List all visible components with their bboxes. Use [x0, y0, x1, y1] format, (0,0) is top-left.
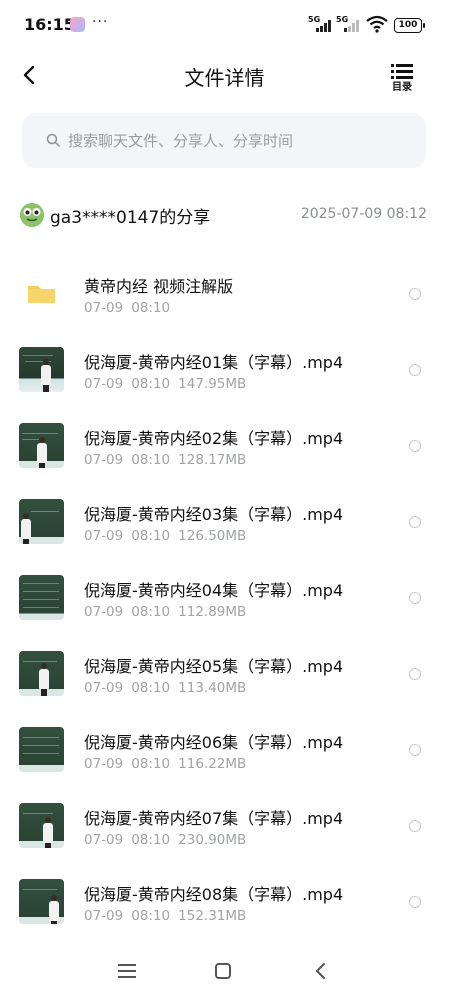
cellular-signal-icon-2: 5G [336, 15, 360, 33]
file-name: 倪海厦-黄帝内经04集（字幕）.mp4 [84, 581, 344, 600]
file-meta: 07-09 08:10 128.17MB [84, 452, 247, 468]
video-thumbnail [19, 651, 64, 696]
list-item[interactable]: 倪海厦-黄帝内经02集（字幕）.mp4 07-09 08:10 128.17MB [0, 408, 449, 484]
file-meta: 07-09 08:10 126.50MB [84, 528, 247, 544]
page-title: 文件详情 [184, 66, 265, 90]
back-icon[interactable] [312, 961, 330, 981]
battery-icon: 100 [394, 18, 425, 33]
list-item[interactable]: 倪海厦-黄帝内经01集（字幕）.mp4 07-09 08:10 147.95MB [0, 332, 449, 408]
file-name: 倪海厦-黄帝内经02集（字幕）.mp4 [84, 429, 344, 448]
video-thumbnail [19, 879, 64, 924]
select-radio[interactable] [409, 820, 421, 832]
list-item[interactable]: 倪海厦-黄帝内经07集（字幕）.mp4 07-09 08:10 230.90MB [0, 788, 449, 864]
video-thumbnail [19, 499, 64, 544]
folder-icon [19, 271, 64, 316]
table-of-contents-button[interactable]: 目录 [386, 62, 418, 93]
menu-icon[interactable] [118, 963, 136, 979]
sharer-name: ga3****0147的分享 [50, 208, 211, 228]
file-name: 倪海厦-黄帝内经01集（字幕）.mp4 [84, 353, 344, 372]
share-timestamp: 2025-07-09 08:12 [300, 206, 427, 222]
select-radio[interactable] [409, 744, 421, 756]
file-meta: 07-09 08:10 [84, 300, 171, 316]
toc-label: 目录 [392, 82, 412, 93]
file-meta: 07-09 08:10 147.95MB [84, 376, 247, 392]
select-radio[interactable] [409, 440, 421, 452]
file-meta: 07-09 08:10 230.90MB [84, 832, 247, 848]
video-thumbnail [19, 423, 64, 468]
cellular-signal-icon: 5G [308, 15, 332, 33]
file-list: 黄帝内经 视频注解版 07-09 08:10 倪海厦-黄帝内经01集（字幕）.mp… [0, 256, 449, 940]
search-input[interactable] [68, 113, 408, 168]
file-name: 倪海厦-黄帝内经06集（字幕）.mp4 [84, 733, 344, 752]
select-radio[interactable] [409, 364, 421, 376]
file-name: 黄帝内经 视频注解版 [84, 277, 234, 296]
frog-avatar-icon [20, 203, 44, 227]
video-thumbnail [19, 803, 64, 848]
file-meta: 07-09 08:10 152.31MB [84, 908, 247, 924]
search-icon [46, 133, 60, 147]
video-thumbnail [19, 347, 64, 392]
select-radio[interactable] [409, 516, 421, 528]
list-item[interactable]: 倪海厦-黄帝内经03集（字幕）.mp4 07-09 08:10 126.50MB [0, 484, 449, 560]
file-meta: 07-09 08:10 112.89MB [84, 604, 247, 620]
select-radio[interactable] [409, 592, 421, 604]
system-nav-bar [0, 950, 449, 1000]
list-item[interactable]: 倪海厦-黄帝内经05集（字幕）.mp4 07-09 08:10 113.40MB [0, 636, 449, 712]
list-item[interactable]: 倪海厦-黄帝内经06集（字幕）.mp4 07-09 08:10 116.22MB [0, 712, 449, 788]
file-meta: 07-09 08:10 113.40MB [84, 680, 247, 696]
select-radio[interactable] [409, 896, 421, 908]
list-item[interactable]: 黄帝内经 视频注解版 07-09 08:10 [0, 256, 449, 332]
list-item[interactable]: 倪海厦-黄帝内经04集（字幕）.mp4 07-09 08:10 112.89MB [0, 560, 449, 636]
home-icon[interactable] [215, 963, 231, 979]
file-name: 倪海厦-黄帝内经05集（字幕）.mp4 [84, 657, 344, 676]
file-name: 倪海厦-黄帝内经08集（字幕）.mp4 [84, 885, 344, 904]
select-radio[interactable] [409, 288, 421, 300]
select-radio[interactable] [409, 668, 421, 680]
app-notification-icon [70, 17, 85, 32]
search-box[interactable] [22, 113, 426, 168]
more-notifications-icon: ··· [92, 14, 109, 30]
status-time: 16:15 [24, 15, 75, 34]
video-thumbnail [19, 575, 64, 620]
file-name: 倪海厦-黄帝内经03集（字幕）.mp4 [84, 505, 344, 524]
avatar[interactable] [20, 203, 44, 227]
file-name: 倪海厦-黄帝内经07集（字幕）.mp4 [84, 809, 344, 828]
status-bar: 16:15 ··· 5G 5G 100 [0, 0, 449, 50]
video-thumbnail [19, 727, 64, 772]
wifi-icon [366, 15, 388, 33]
file-meta: 07-09 08:10 116.22MB [84, 756, 247, 772]
list-item[interactable]: 倪海厦-黄帝内经08集（字幕）.mp4 07-09 08:10 152.31MB [0, 864, 449, 940]
